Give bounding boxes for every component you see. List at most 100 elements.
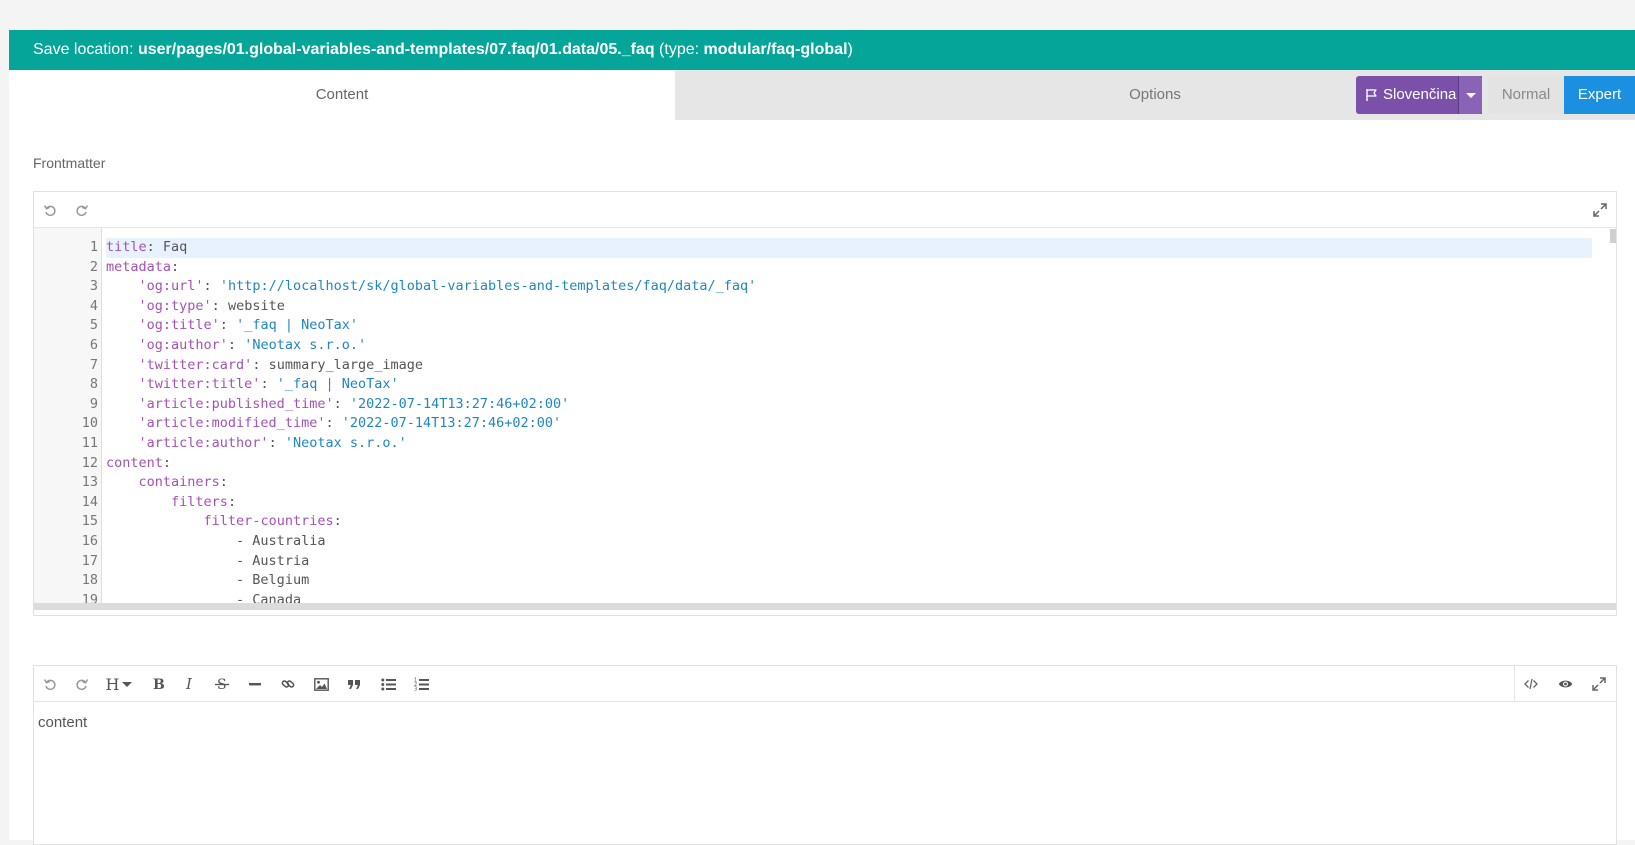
- code-token-str: '_faq | NeoTax': [276, 376, 399, 393]
- code-token-indent: [106, 415, 139, 431]
- code-token-indent: [106, 396, 139, 412]
- line-number: 4: [89, 297, 98, 314]
- line-text: title: Faq: [106, 238, 1592, 258]
- code-area[interactable]: 1 title: Faq 2 metadata: 3 'og:url': 'http:/…: [34, 228, 1616, 610]
- code-token-indent: [106, 494, 171, 510]
- code-token-indent: [106, 513, 204, 529]
- code-token-key: filters: [171, 493, 228, 510]
- language-label: Slovenčina: [1383, 86, 1457, 103]
- code-token-indent: [106, 474, 139, 490]
- vertical-scrollbar[interactable]: [1609, 228, 1616, 610]
- markdown-editor: H B I S 1 2 3 content: [33, 665, 1617, 845]
- link-icon[interactable]: [272, 666, 304, 702]
- code-line: 16 - Australia: [34, 532, 1616, 552]
- line-text: - Belgium: [106, 571, 1592, 591]
- save-location-prefix: Save location:: [33, 41, 138, 58]
- svg-text:3: 3: [414, 687, 417, 692]
- code-view-icon[interactable]: [1515, 666, 1547, 702]
- code-line: 14 filters:: [34, 493, 1616, 513]
- code-line: 18 - Belgium: [34, 571, 1616, 591]
- code-line: 12 content:: [34, 454, 1616, 474]
- code-token-key: 'og:author': [138, 336, 228, 353]
- tab-content[interactable]: Content: [9, 70, 675, 120]
- page-editor: Save location: user/pages/01.global-vari…: [9, 30, 1635, 845]
- markdown-content[interactable]: content: [34, 702, 1616, 743]
- code-token-val: Faq: [162, 239, 188, 255]
- code-token-str: '_faq | NeoTax': [236, 317, 358, 334]
- code-token-indent: [106, 435, 139, 451]
- code-token-indent: [106, 553, 236, 569]
- code-token-indent: [106, 337, 139, 353]
- image-icon[interactable]: [305, 666, 337, 702]
- line-number: 18: [81, 572, 98, 589]
- line-text: 'twitter:title': '_faq | NeoTax': [106, 375, 1592, 395]
- redo-icon[interactable]: [66, 666, 98, 702]
- line-number: 16: [81, 532, 98, 549]
- save-location-path: user/pages/01.global-variables-and-templ…: [137, 41, 655, 58]
- line-text: 'og:type': website: [106, 297, 1592, 317]
- mode-expert-button[interactable]: Expert: [1564, 76, 1635, 114]
- unordered-list-icon[interactable]: [372, 666, 404, 702]
- code-token-str: 'http://localhost/sk/global-variables-an…: [219, 278, 757, 295]
- undo-icon[interactable]: [34, 666, 66, 702]
- line-number: 3: [89, 278, 98, 295]
- mode-normal-button[interactable]: Normal: [1488, 76, 1564, 114]
- code-token-sep: :: [146, 239, 163, 255]
- line-text: containers:: [106, 473, 1592, 493]
- line-text: filter-countries:: [106, 512, 1592, 532]
- fullscreen-icon[interactable]: [1583, 666, 1615, 702]
- code-token-val: - Belgium: [236, 572, 310, 589]
- code-token-indent: [106, 298, 139, 314]
- horizontal-scrollbar[interactable]: [34, 603, 1616, 610]
- preview-eye-icon[interactable]: [1549, 666, 1581, 702]
- line-number: 6: [89, 336, 98, 353]
- italic-icon[interactable]: I: [174, 666, 206, 702]
- code-token-key: 'article:author': [138, 434, 269, 451]
- save-location-type-close: ): [847, 41, 853, 58]
- code-token-sep: :: [171, 258, 180, 275]
- code-token-val: website: [227, 297, 285, 314]
- ordered-list-icon[interactable]: 123: [405, 666, 437, 702]
- code-token-indent: [106, 572, 236, 588]
- bold-icon[interactable]: B: [142, 666, 174, 702]
- line-text: 'article:author': 'Neotax s.r.o.': [106, 434, 1592, 454]
- code-line: 3 'og:url': 'http://localhost/sk/global-…: [34, 277, 1616, 297]
- code-token-str: '2022-07-14T13:27:46+02:00': [349, 395, 570, 412]
- code-token-sep: :: [227, 493, 237, 510]
- line-number: 8: [89, 376, 98, 393]
- line-number: 13: [81, 474, 98, 491]
- strikethrough-icon[interactable]: S: [206, 666, 238, 702]
- heading-dropdown-button[interactable]: H: [100, 666, 138, 702]
- caret-down-icon: [1465, 92, 1476, 98]
- line-number: 2: [89, 258, 98, 275]
- undo-icon[interactable]: [34, 192, 66, 228]
- fullscreen-icon[interactable]: [1584, 192, 1616, 228]
- code-line: 8 'twitter:title': '_faq | NeoTax': [34, 375, 1616, 395]
- code-token-sep: :: [268, 434, 285, 451]
- line-text: - Australia: [106, 532, 1592, 552]
- language-dropdown-toggle[interactable]: [1458, 76, 1482, 114]
- code-token-indent: [106, 533, 236, 549]
- code-token-str: 'Neotax s.r.o.': [284, 434, 407, 451]
- line-number: 11: [81, 434, 98, 451]
- horizontal-rule-icon[interactable]: [239, 666, 271, 702]
- markdown-toolbar: H B I S 1 2 3: [34, 666, 1616, 702]
- redo-icon[interactable]: [66, 192, 98, 228]
- frontmatter-toolbar: [34, 192, 1616, 228]
- code-line: 2 metadata:: [34, 258, 1616, 278]
- quote-icon[interactable]: [338, 666, 370, 702]
- code-token-key: 'og:title': [138, 317, 220, 334]
- caret-down-icon: [122, 681, 133, 687]
- line-number: 5: [89, 317, 98, 334]
- code-token-sep: :: [252, 356, 269, 373]
- frontmatter-editor: 1 title: Faq 2 metadata: 3 'og:url': 'http:/…: [33, 191, 1617, 616]
- line-number: 10: [81, 415, 98, 432]
- scrollbar-thumb[interactable]: [1610, 229, 1616, 243]
- code-lines: 1 title: Faq 2 metadata: 3 'og:url': 'http:/…: [34, 238, 1616, 610]
- code-token-indent: [106, 278, 139, 294]
- line-text: 'og:url': 'http://localhost/sk/global-va…: [106, 277, 1592, 297]
- line-text: 'article:published_time': '2022-07-14T13…: [106, 395, 1592, 415]
- save-location-type-open: (type:: [654, 41, 704, 58]
- line-text: 'twitter:card': summary_large_image: [106, 356, 1592, 376]
- code-token-indent: [106, 357, 139, 373]
